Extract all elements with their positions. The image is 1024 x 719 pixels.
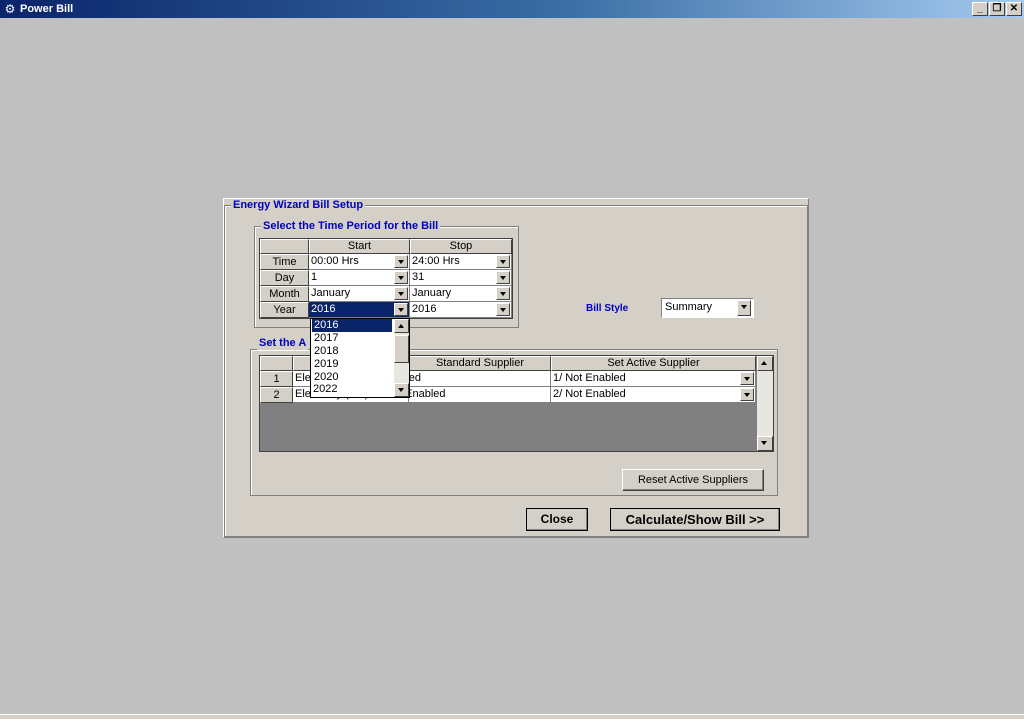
window-title: Power Bill: [20, 3, 74, 15]
minimize-button[interactable]: _: [972, 2, 988, 16]
year-option[interactable]: 2019: [312, 358, 392, 371]
bill-setup-dialog: Energy Wizard Bill Setup Select the Time…: [223, 198, 809, 538]
chevron-down-icon[interactable]: [496, 287, 510, 300]
standard-supplier-header: Standard Supplier: [409, 356, 551, 371]
row-header-day: Day: [260, 270, 309, 286]
reset-active-suppliers-button[interactable]: Reset Active Suppliers: [622, 469, 764, 491]
chevron-down-icon[interactable]: [394, 287, 408, 300]
active-supplier-select[interactable]: 1/ Not Enabled: [551, 371, 756, 387]
chevron-down-icon[interactable]: [737, 300, 751, 316]
chevron-down-icon[interactable]: [740, 388, 754, 401]
set-active-supplier-header: Set Active Supplier: [551, 356, 756, 371]
chevron-down-icon[interactable]: [394, 271, 408, 284]
app-icon[interactable]: ⚙: [3, 2, 17, 16]
start-column-header: Start: [309, 239, 410, 254]
chevron-down-icon[interactable]: [496, 271, 510, 284]
standard-supplier-cell: Not Enabled: [409, 387, 551, 403]
chevron-down-icon[interactable]: [496, 255, 510, 268]
scroll-up-icon[interactable]: [757, 356, 773, 371]
scroll-down-icon[interactable]: [394, 383, 409, 397]
standard-supplier-text: nabled: [409, 372, 422, 384]
row-header-time: Time: [260, 254, 309, 270]
calculate-show-bill-button[interactable]: Calculate/Show Bill >>: [610, 508, 780, 531]
chevron-down-icon[interactable]: [496, 303, 510, 316]
row-header-year: Year: [260, 302, 309, 318]
standard-supplier-text: Not Enabled: [409, 388, 446, 400]
supplier-row-num: 2: [260, 387, 293, 403]
year-option[interactable]: 2022: [311, 383, 393, 396]
status-strip: [0, 714, 1024, 719]
bill-style-label: Bill Style: [586, 303, 629, 314]
year-option[interactable]: 2016: [312, 319, 392, 332]
active-supplier-title: Set the A: [257, 337, 309, 350]
chevron-down-icon[interactable]: [394, 255, 408, 268]
scroll-down-icon[interactable]: [757, 436, 773, 451]
year-option[interactable]: 2017: [312, 332, 392, 345]
stop-column-header: Stop: [410, 239, 512, 254]
standard-supplier-cell: nabled: [409, 371, 551, 387]
title-bar[interactable]: [0, 0, 1024, 18]
scroll-up-icon[interactable]: [394, 319, 409, 333]
restore-button[interactable]: ❐: [989, 2, 1005, 16]
supplier-corner-header: [260, 356, 293, 371]
chevron-down-icon[interactable]: [740, 372, 754, 385]
dialog-title: Energy Wizard Bill Setup: [231, 199, 366, 212]
time-period-title: Select the Time Period for the Bill: [261, 220, 441, 233]
row-header-month: Month: [260, 286, 309, 302]
close-window-button[interactable]: ✕: [1006, 2, 1022, 16]
time-period-grid: Start Stop Time 00:00 Hrs 24:00 Hrs Day …: [259, 238, 513, 319]
year-option[interactable]: 2018: [312, 345, 392, 358]
active-supplier-select[interactable]: 2/ Not Enabled: [551, 387, 756, 403]
chevron-down-icon[interactable]: [394, 303, 408, 316]
scroll-thumb[interactable]: [394, 335, 409, 363]
supplier-row-num: 1: [260, 371, 293, 387]
grid-corner-header: [260, 239, 309, 254]
close-button[interactable]: Close: [526, 508, 588, 531]
